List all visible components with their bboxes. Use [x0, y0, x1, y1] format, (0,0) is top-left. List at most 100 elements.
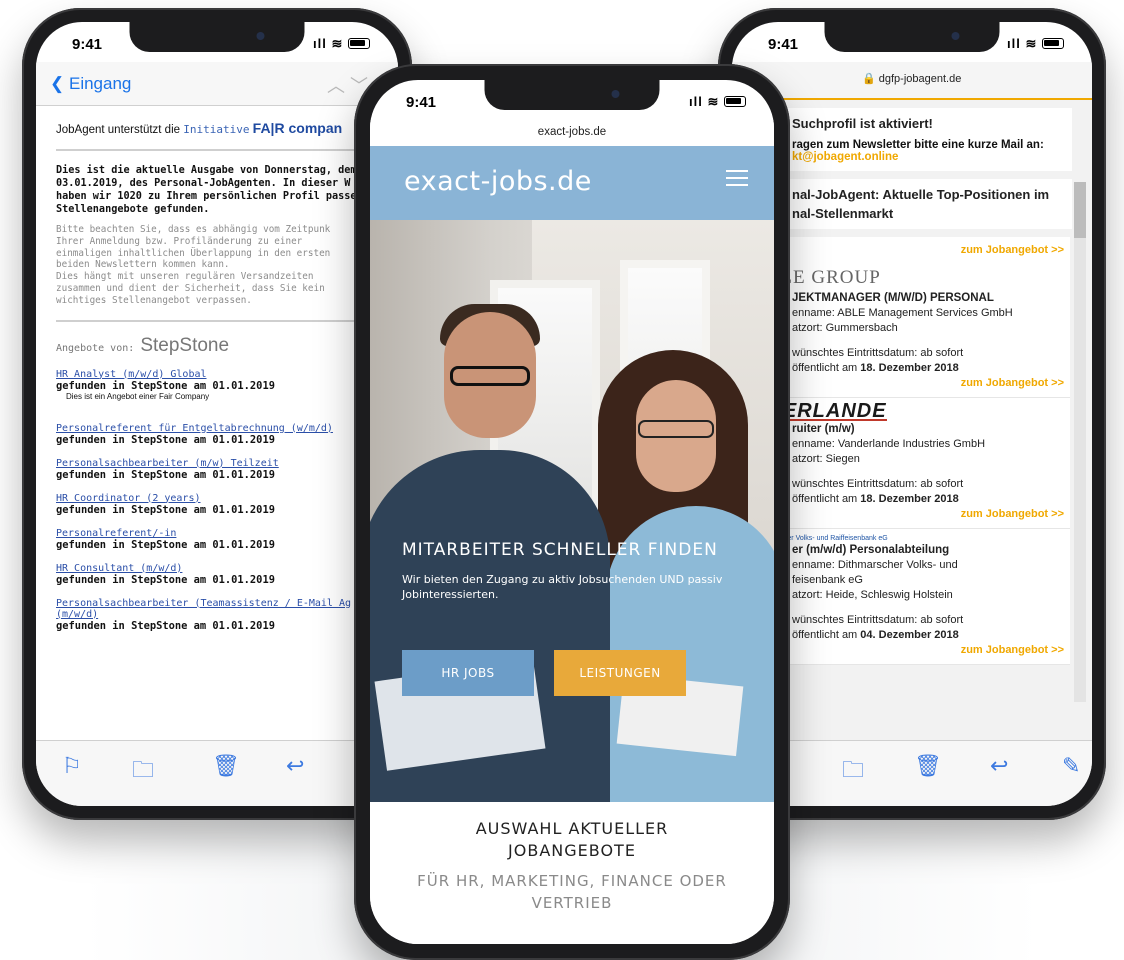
scrollbar-track[interactable]	[1074, 182, 1086, 702]
folder-icon[interactable]: 🗀	[842, 753, 864, 791]
job-title[interactable]: ruiter (m/w)	[792, 422, 1064, 437]
job-cta-link[interactable]: zum Jobangebot >>	[792, 243, 1064, 258]
leistungen-button[interactable]: LEISTUNGEN	[554, 650, 686, 696]
mail-toolbar: ⚐ 🗀 🗑 ↩	[36, 740, 398, 806]
job-link[interactable]: Personalsachbearbeiter (m/w) Teilzeit	[56, 458, 390, 469]
mail-nav-bar: ❮ Eingang ︿ ﹀	[36, 62, 398, 106]
job-cta-link[interactable]: zum Jobangebot >>	[792, 643, 1064, 658]
note-line: Dies hängt mit unseren regulären Versand…	[56, 271, 314, 283]
lead-line: haben wir 1020 zu Ihrem persönlichen Pro…	[56, 191, 357, 202]
hamburger-menu-icon[interactable]	[726, 170, 748, 191]
note-line: wichtiges Stellenangebot verpassen.	[56, 294, 252, 306]
hero-section: MITARBEITER SCHNELLER FINDEN Wir bieten …	[370, 220, 774, 802]
lead-line: Dies ist die aktuelle Ausgabe von Donner…	[56, 165, 357, 176]
status-icons: ıll ≋	[313, 36, 370, 52]
job-link[interactable]: Personalreferent für Entgeltabrechnung (…	[56, 423, 390, 434]
note-line: zusammen und dient der Sicherheit, dass …	[56, 282, 325, 294]
note-line: Bitte beachten Sie, dass es abhängig vom…	[56, 224, 331, 235]
trash-icon[interactable]: 🗑	[914, 753, 942, 779]
mail-lead: Dies ist die aktuelle Ausgabe von Donner…	[56, 164, 390, 216]
newsletter-mail-link[interactable]: kt@jobagent.online	[792, 151, 1064, 163]
divider	[56, 149, 386, 151]
trash-icon[interactable]: 🗑	[212, 753, 240, 779]
scrollbar-thumb[interactable]	[1074, 182, 1086, 238]
job-title[interactable]: JEKTMANAGER (M/W/D) PERSONAL	[792, 291, 1064, 306]
url-field[interactable]: exact-jobs.de	[370, 120, 774, 146]
job-cta-link[interactable]: zum Jobangebot >>	[792, 507, 1064, 522]
published-label: öffentlicht am	[792, 629, 858, 641]
job-link[interactable]: Personalsachbearbeiter (Teamassistenz / …	[56, 598, 390, 609]
notch	[129, 22, 305, 52]
job-item: Personalreferent für Entgeltabrechnung (…	[56, 423, 390, 446]
url-field[interactable]: 🔒 dgfp-jobagent.de	[862, 72, 961, 85]
reply-icon[interactable]: ↩	[286, 753, 304, 779]
published-label: öffentlicht am	[792, 493, 858, 505]
chevron-up-icon[interactable]: ︿	[327, 76, 345, 96]
intro-text: JobAgent unterstützt die	[56, 124, 181, 136]
published-date: 18. Dezember 2018	[860, 493, 959, 505]
jobs-section-title: AUSWAHL AKTUELLER JOBANGEBOTE	[475, 819, 669, 860]
hero-subtitle: Wir bieten den Zugang zu aktiv Jobsuchen…	[402, 573, 723, 601]
note-line: einmaligen inhaltlichen Überlappung in d…	[56, 247, 331, 259]
job-link[interactable]: HR Coordinator (2 years)	[56, 493, 390, 504]
back-button[interactable]: ❮ Eingang	[50, 74, 131, 94]
published-date: 18. Dezember 2018	[860, 362, 959, 374]
job-item: Personalsachbearbeiter (m/w) Teilzeit ge…	[56, 458, 390, 481]
job-place: atzort: Heide, Schleswig Holstein	[792, 589, 953, 601]
job-title[interactable]: er (m/w/d) Personalabteilung	[792, 543, 1064, 558]
chevron-left-icon: ❮	[50, 74, 65, 93]
job-cta-link[interactable]: zum Jobangebot >>	[792, 376, 1064, 391]
offers-label: Angebote von:	[56, 342, 135, 354]
job-start: wünschtes Eintrittsdatum: ab sofort	[792, 478, 964, 490]
job-published: öffentlicht am 18. Dezember 2018	[792, 361, 1064, 376]
published-label: öffentlicht am	[792, 362, 858, 374]
job-link[interactable]: HR Consultant (m/w/d)	[56, 563, 390, 574]
job-found: gefunden in StepStone am 01.01.2019	[56, 379, 275, 392]
job-item: HR Consultant (m/w/d) gefunden in StepSt…	[56, 563, 390, 586]
job-place: atzort: Siegen	[792, 453, 860, 465]
job-found: gefunden in StepStone am 01.01.2019	[56, 573, 275, 586]
job-link[interactable]: Personalreferent/-in	[56, 528, 390, 539]
company-logo: ABLE GROUP	[752, 267, 881, 288]
site-logo[interactable]: exact-jobs.de	[404, 166, 592, 197]
job-start: wünschtes Eintrittsdatum: ab sofort	[792, 347, 964, 359]
hr-jobs-button[interactable]: HR JOBS	[402, 650, 534, 696]
job-start: wünschtes Eintrittsdatum: ab sofort	[792, 614, 964, 626]
lead-line: 03.01.2019, des Personal-JobAgenten. In …	[56, 178, 351, 189]
job-published: öffentlicht am 04. Dezember 2018	[792, 628, 1064, 643]
published-date: 04. Dezember 2018	[860, 629, 959, 641]
newsletter-question: ragen zum Newsletter bitte eine kurze Ma…	[792, 139, 1044, 151]
url-text: dgfp-jobagent.de	[878, 73, 962, 85]
flag-icon[interactable]: ⚐	[62, 753, 82, 779]
job-link-cont[interactable]: (m/w/d)	[56, 609, 390, 620]
notch	[824, 22, 1000, 52]
note-line: Ihrer Anmeldung bzw. Profiländerung zu e…	[56, 235, 303, 247]
exact-jobs-screen: 9:41 ıll ≋ exact-jobs.de exact-jobs.de M…	[370, 80, 774, 944]
status-time: 9:41	[72, 36, 103, 53]
job-item: HR Coordinator (2 years) gefunden in Ste…	[56, 493, 390, 516]
fair-company-logo[interactable]: FA|R compan	[253, 120, 342, 136]
job-fair-note: Dies ist ein Angebot einer Fair Company	[66, 391, 210, 401]
section-heading: nal-JobAgent: Aktuelle Top-Positionen im	[792, 187, 1050, 202]
mail-intro: JobAgent unterstützt die Initiative FA|R…	[56, 120, 390, 136]
job-link[interactable]: HR Analyst (m/w/d) Global	[56, 369, 390, 380]
browser-bar: 🔒 dgfp-jobagent.de	[732, 62, 1092, 100]
job-place: atzort: Gummersbach	[792, 322, 898, 334]
job-company: enname: ABLE Management Services GmbH	[792, 307, 1013, 319]
company-logo: Dithmarscher Volks- und Raiffeisenbank e…	[752, 535, 888, 542]
job-company: enname: Vanderlande Industries GmbH	[792, 438, 986, 450]
compose-icon[interactable]: ✎	[1062, 753, 1080, 779]
job-company-2: feisenbank eG	[792, 574, 863, 586]
job-item: Personalreferent/-in gefunden in StepSto…	[56, 528, 390, 551]
job-found: gefunden in StepStone am 01.01.2019	[56, 538, 275, 551]
note-line: beiden Newslettern kommen kann.	[56, 259, 230, 271]
job-found: gefunden in StepStone am 01.01.2019	[56, 433, 275, 446]
job-found: gefunden in StepStone am 01.01.2019	[56, 619, 275, 632]
section-heading-2: nal-Stellenmarkt	[792, 206, 894, 221]
job-found: gefunden in StepStone am 01.01.2019	[56, 503, 275, 516]
folder-icon[interactable]: 🗀	[132, 753, 154, 791]
activation-title: Suchprofil ist aktiviert!	[792, 116, 933, 131]
reply-icon[interactable]: ↩	[990, 753, 1008, 779]
status-icons: ıll ≋	[689, 94, 746, 110]
jobs-section: AUSWAHL AKTUELLER JOBANGEBOTE FÜR HR, MA…	[370, 802, 774, 944]
